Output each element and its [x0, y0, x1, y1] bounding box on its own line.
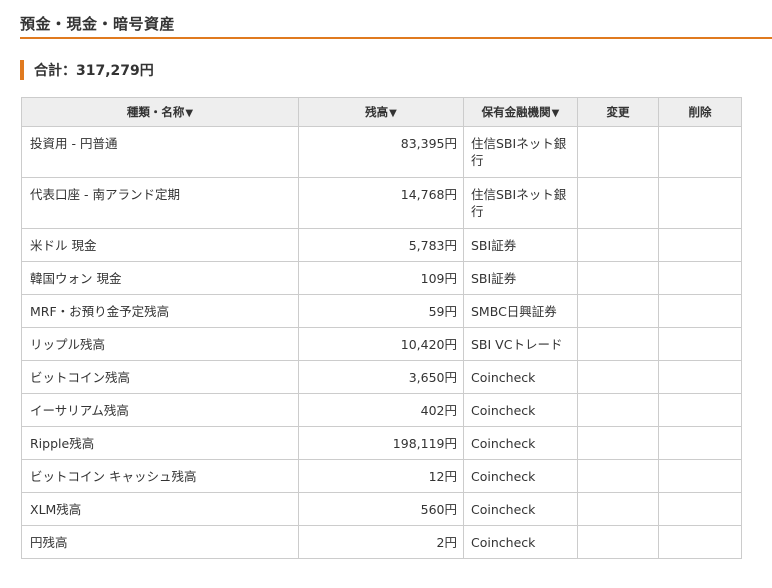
table-row: 投資用 - 円普通 83,395円 住信SBIネット銀行	[21, 126, 742, 178]
cell-name: XLM残高	[21, 492, 299, 526]
cell-balance: 402円	[298, 393, 464, 427]
table-body: 投資用 - 円普通 83,395円 住信SBIネット銀行 代表口座 - 南アランド定期…	[21, 126, 742, 559]
table-row: Ripple残高 198,119円 Coincheck	[21, 426, 742, 460]
cell-institution: Coincheck	[463, 492, 578, 526]
sort-arrow-icon[interactable]: ▼	[389, 108, 397, 119]
cell-balance: 10,420円	[298, 327, 464, 361]
cell-edit	[577, 126, 659, 178]
cell-institution: Coincheck	[463, 360, 578, 394]
cell-delete	[658, 294, 742, 328]
cell-institution: SBI VCトレード	[463, 327, 578, 361]
table-row: 円残高 2円 Coincheck	[21, 525, 742, 559]
cell-edit	[577, 525, 659, 559]
column-header-name[interactable]: 種類・名称▼	[21, 97, 299, 127]
table-row: イーサリアム残高 402円 Coincheck	[21, 393, 742, 427]
cell-edit	[577, 261, 659, 295]
table-header-row: 種類・名称▼ 残高▼ 保有金融機関▼ 変更 削除	[21, 97, 742, 127]
cell-delete	[658, 261, 742, 295]
table-row: リップル残高 10,420円 SBI VCトレード	[21, 327, 742, 361]
cell-edit	[577, 393, 659, 427]
cell-name: 米ドル 現金	[21, 228, 299, 262]
table-row: 韓国ウォン 現金 109円 SBI証券	[21, 261, 742, 295]
cell-balance: 2円	[298, 525, 464, 559]
cell-delete	[658, 126, 742, 178]
table-row: ビットコイン キャッシュ残高 12円 Coincheck	[21, 459, 742, 493]
cell-institution: Coincheck	[463, 393, 578, 427]
column-header-balance[interactable]: 残高▼	[298, 97, 464, 127]
cell-delete	[658, 525, 742, 559]
section-header: 預金・現金・暗号資産	[20, 12, 772, 39]
cell-institution: 住信SBIネット銀行	[463, 177, 578, 229]
cell-name: イーサリアム残高	[21, 393, 299, 427]
cell-institution: SMBC日興証券	[463, 294, 578, 328]
cell-balance: 560円	[298, 492, 464, 526]
section-title: 預金・現金・暗号資産	[20, 15, 176, 33]
assets-page: 預金・現金・暗号資産 合計：317,279円 種類・名称▼ 残高▼ 保有金融機関…	[0, 0, 772, 588]
cell-institution: Coincheck	[463, 459, 578, 493]
cell-delete	[658, 327, 742, 361]
table-row: 米ドル 現金 5,783円 SBI証券	[21, 228, 742, 262]
cell-institution: 住信SBIネット銀行	[463, 126, 578, 178]
sort-arrow-icon[interactable]: ▼	[552, 108, 560, 119]
cell-balance: 109円	[298, 261, 464, 295]
cell-balance: 83,395円	[298, 126, 464, 178]
cell-balance: 198,119円	[298, 426, 464, 460]
cell-balance: 59円	[298, 294, 464, 328]
cell-name: ビットコイン残高	[21, 360, 299, 394]
column-header-institution-label: 保有金融機関	[481, 105, 551, 119]
cell-edit	[577, 177, 659, 229]
column-header-institution[interactable]: 保有金融機関▼	[463, 97, 578, 127]
cell-edit	[577, 459, 659, 493]
table-row: XLM残高 560円 Coincheck	[21, 492, 742, 526]
total-summary: 合計：317,279円	[20, 59, 154, 81]
cell-delete	[658, 426, 742, 460]
cell-delete	[658, 459, 742, 493]
cell-delete	[658, 360, 742, 394]
cell-name: 円残高	[21, 525, 299, 559]
cell-edit	[577, 228, 659, 262]
cell-balance: 3,650円	[298, 360, 464, 394]
cell-balance: 12円	[298, 459, 464, 493]
cell-institution: Coincheck	[463, 525, 578, 559]
cell-balance: 5,783円	[298, 228, 464, 262]
cell-institution: Coincheck	[463, 426, 578, 460]
cell-balance: 14,768円	[298, 177, 464, 229]
cell-name: 韓国ウォン 現金	[21, 261, 299, 295]
cell-name: MRF・お預り金予定残高	[21, 294, 299, 328]
assets-table: 種類・名称▼ 残高▼ 保有金融機関▼ 変更 削除 投資用 - 円普通 83,395…	[21, 97, 742, 559]
cell-delete	[658, 177, 742, 229]
cell-institution: SBI証券	[463, 228, 578, 262]
cell-name: ビットコイン キャッシュ残高	[21, 459, 299, 493]
cell-delete	[658, 492, 742, 526]
column-header-name-label: 種類・名称	[126, 105, 185, 119]
sort-arrow-icon[interactable]: ▼	[185, 108, 193, 119]
cell-name: Ripple残高	[21, 426, 299, 460]
cell-edit	[577, 492, 659, 526]
column-header-balance-label: 残高	[365, 105, 389, 119]
cell-edit	[577, 360, 659, 394]
cell-institution: SBI証券	[463, 261, 578, 295]
table-row: 代表口座 - 南アランド定期 14,768円 住信SBIネット銀行	[21, 177, 742, 229]
column-header-delete: 削除	[658, 97, 742, 127]
cell-edit	[577, 294, 659, 328]
column-header-edit: 変更	[577, 97, 659, 127]
cell-edit	[577, 327, 659, 361]
table-row: ビットコイン残高 3,650円 Coincheck	[21, 360, 742, 394]
table-row: MRF・お預り金予定残高 59円 SMBC日興証券	[21, 294, 742, 328]
cell-edit	[577, 426, 659, 460]
cell-name: 代表口座 - 南アランド定期	[21, 177, 299, 229]
cell-delete	[658, 228, 742, 262]
cell-name: 投資用 - 円普通	[21, 126, 299, 178]
total-accent-bar	[20, 60, 24, 80]
cell-name: リップル残高	[21, 327, 299, 361]
cell-delete	[658, 393, 742, 427]
total-label: 合計：317,279円	[34, 63, 154, 79]
